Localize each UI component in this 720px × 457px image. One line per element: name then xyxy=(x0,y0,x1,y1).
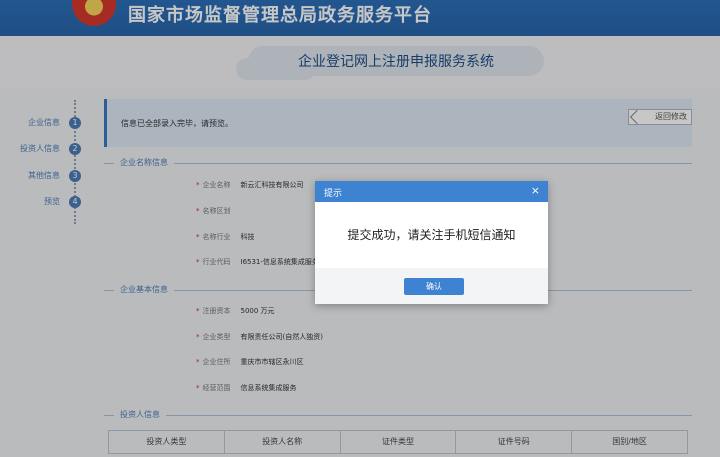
dialog-message: 提交成功，请关注手机短信通知 xyxy=(347,228,516,242)
close-icon[interactable]: × xyxy=(531,184,540,197)
dialog-title: 提示 xyxy=(324,189,343,199)
confirm-button[interactable]: 确认 xyxy=(404,278,464,295)
dialog-header: 提示 × xyxy=(315,181,548,202)
dialog-footer: 确认 xyxy=(315,268,548,304)
success-dialog: 提示 × 提交成功，请关注手机短信通知 确认 xyxy=(315,181,548,304)
